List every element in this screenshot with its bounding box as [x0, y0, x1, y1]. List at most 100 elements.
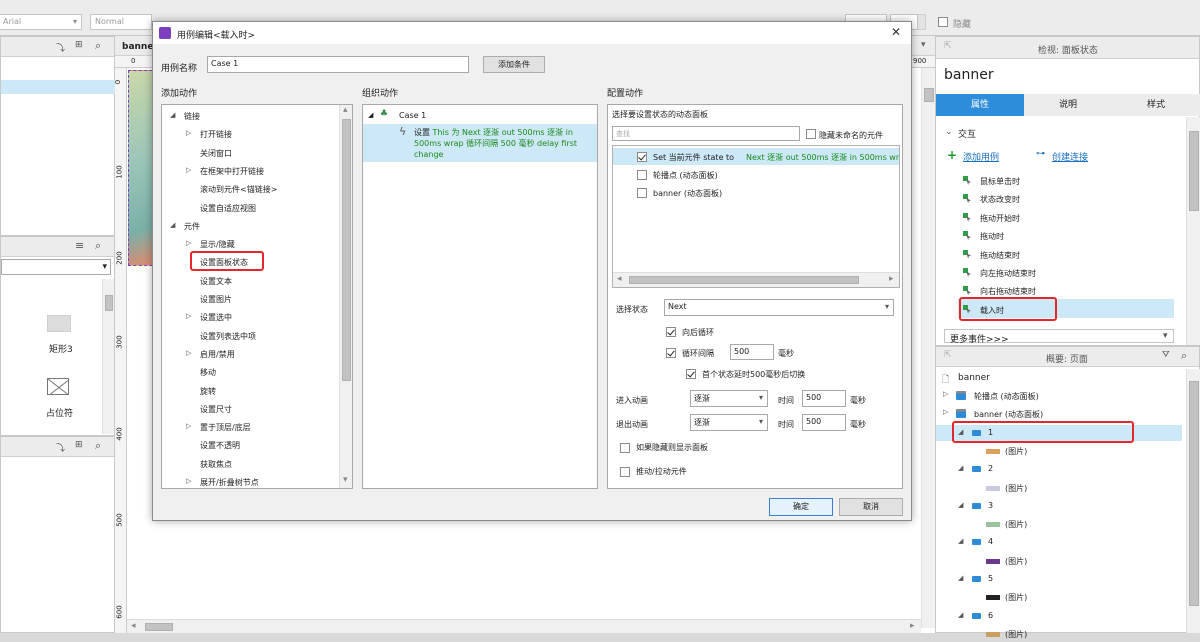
push-pull-checkbox[interactable]	[620, 467, 630, 477]
panel-checkbox[interactable]	[637, 170, 647, 180]
search-icon[interactable]: ⌕	[1181, 349, 1187, 363]
action-item[interactable]: 移动	[162, 365, 338, 381]
outline-state[interactable]: ◢ 5	[936, 571, 1182, 587]
collapse-icon[interactable]: ▷	[186, 166, 191, 174]
outline-node[interactable]: ▷ banner (动态面板)	[936, 406, 1182, 422]
show-if-hidden-checkbox[interactable]	[620, 443, 630, 453]
panel-checkbox[interactable]	[637, 152, 647, 162]
action-item[interactable]: ◢ 元件	[162, 219, 338, 235]
expand-icon[interactable]: ◢	[958, 501, 963, 509]
inspector-scrollbar[interactable]	[1186, 117, 1200, 345]
action-item[interactable]: ▷ 在框架中打开链接	[162, 164, 338, 180]
ok-button[interactable]: 确定	[769, 498, 833, 516]
event-item[interactable]: 拖动开始时	[958, 210, 1158, 226]
action-item[interactable]: 设置文本	[162, 274, 338, 290]
add-folder-icon[interactable]: ⊞	[75, 40, 83, 50]
collapse-icon[interactable]: ▷	[186, 129, 191, 137]
chevron-down-icon[interactable]: ⌄	[945, 127, 953, 137]
action-item[interactable]: ▷ 置于顶层/底层	[162, 420, 338, 436]
hidden-checkbox[interactable]	[938, 17, 948, 27]
outline-scrollbar[interactable]	[1186, 369, 1200, 633]
event-item[interactable]: 拖动时	[958, 228, 1158, 244]
add-folder-icon[interactable]: ⊞	[75, 440, 83, 450]
delay-checkbox[interactable]	[686, 369, 696, 379]
action-item[interactable]: 设置自适应视图	[162, 201, 338, 217]
case-name-input[interactable]: Case 1	[207, 56, 469, 73]
font-style-select[interactable]: Normal	[90, 14, 152, 30]
outline-node[interactable]: (图片)	[936, 443, 1182, 459]
event-item[interactable]: 拖动结束时	[958, 247, 1158, 263]
action-item[interactable]: 设置图片	[162, 292, 338, 308]
outline-state[interactable]: ◢ 2	[936, 461, 1182, 477]
menu-icon[interactable]: ≡	[75, 239, 84, 252]
action-item[interactable]: 旋转	[162, 384, 338, 400]
chevron-up-icon[interactable]: ▴	[343, 105, 348, 115]
panel-row[interactable]: 轮播点 (动态面板)	[613, 169, 899, 183]
outline-state[interactable]: ◢ 3	[936, 498, 1182, 514]
panel-row[interactable]: banner (动态面板)	[613, 187, 899, 201]
action-item[interactable]: ▷ 展开/折叠树节点	[162, 475, 338, 488]
search-icon[interactable]: ⌕	[95, 239, 101, 253]
interval-input[interactable]: 500	[730, 344, 774, 360]
library-select[interactable]: ▾	[1, 259, 111, 275]
panel-tree-hscroll[interactable]: ◂ ▸	[613, 272, 899, 287]
search-icon[interactable]: ⌕	[95, 39, 101, 53]
action-item[interactable]: 获取焦点	[162, 457, 338, 473]
selected-page-row[interactable]	[1, 80, 116, 94]
exit-time-input[interactable]: 500	[802, 414, 846, 431]
search-icon[interactable]: ⌕	[95, 439, 101, 453]
chevron-left-icon[interactable]: ◂	[617, 274, 622, 284]
plus-icon[interactable]: +	[947, 148, 957, 162]
enter-anim-select[interactable]: 逐渐 ▾	[690, 390, 768, 407]
expand-icon[interactable]: ◢	[958, 537, 963, 545]
action-item[interactable]: 关闭窗口	[162, 146, 338, 162]
interval-checkbox[interactable]	[666, 348, 676, 358]
widget-name[interactable]: banner	[944, 67, 994, 83]
event-item[interactable]: 向右拖动结束时	[958, 283, 1158, 299]
chevron-right-icon[interactable]: ▸	[910, 621, 915, 631]
action-item[interactable]: ▷ 设置选中	[162, 310, 338, 326]
panel-checkbox[interactable]	[637, 188, 647, 198]
collapse-icon[interactable]: ▷	[186, 477, 191, 485]
outline-node[interactable]: (图片)	[936, 626, 1182, 642]
collapse-icon[interactable]: ▷	[186, 422, 191, 430]
outline-node[interactable]: (图片)	[936, 480, 1182, 496]
outline-node[interactable]: ▷ 轮播点 (动态面板)	[936, 388, 1182, 404]
placeholder-icon[interactable]	[47, 378, 69, 395]
action-list-scrollbar[interactable]: ▴ ▾	[339, 105, 352, 488]
tab-notes[interactable]: 说明	[1024, 94, 1112, 116]
action-item[interactable]: 设置列表选中项	[162, 329, 338, 345]
event-item[interactable]: 载入时	[958, 302, 1158, 318]
cancel-button[interactable]: 取消	[839, 498, 903, 516]
chevron-left-icon[interactable]: ◂	[131, 621, 136, 631]
more-events-select[interactable]: 更多事件>>> ▾	[944, 329, 1174, 345]
collapse-icon[interactable]: ▷	[186, 312, 191, 320]
event-item[interactable]: 状态改变时	[958, 191, 1158, 207]
rectangle-icon[interactable]	[47, 315, 71, 332]
expand-icon[interactable]: ◢	[368, 111, 373, 119]
event-item[interactable]: 向左拖动结束时	[958, 265, 1158, 281]
panel-row[interactable]: Set 当前元件 state to Next 逐渐 out 500ms 逐渐 i…	[613, 151, 899, 165]
expand-icon[interactable]: ◢	[958, 574, 963, 582]
expand-icon[interactable]: ◢	[170, 221, 175, 229]
collapse-icon[interactable]: ▷	[186, 349, 191, 357]
expand-icon[interactable]: ◢	[958, 611, 963, 619]
tab-properties[interactable]: 属性	[936, 94, 1024, 116]
create-link[interactable]: 创建连接	[1052, 150, 1088, 163]
action-item[interactable]: 滚动到元件<锚链接>	[162, 182, 338, 198]
case-label[interactable]: Case 1	[399, 111, 426, 120]
tab-style[interactable]: 样式	[1112, 94, 1200, 116]
outline-node[interactable]: (图片)	[936, 589, 1182, 605]
outline-node[interactable]: (图片)	[936, 553, 1182, 569]
action-item[interactable]: 设置尺寸	[162, 402, 338, 418]
filter-icon[interactable]: ⛛	[1162, 350, 1170, 360]
chevron-down-icon[interactable]: ▾	[343, 475, 348, 485]
chevron-down-icon[interactable]: ▾	[921, 40, 926, 50]
exit-anim-select[interactable]: 逐渐 ▾	[690, 414, 768, 431]
hide-unnamed-checkbox[interactable]	[806, 129, 816, 139]
outline-node[interactable]: (图片)	[936, 516, 1182, 532]
panel-search-input[interactable]: 查找	[612, 126, 800, 141]
font-family-select[interactable]: Arial ▾	[0, 14, 82, 30]
collapse-icon[interactable]: ▷	[186, 239, 191, 247]
outline-state[interactable]: ◢ 4	[936, 534, 1182, 550]
